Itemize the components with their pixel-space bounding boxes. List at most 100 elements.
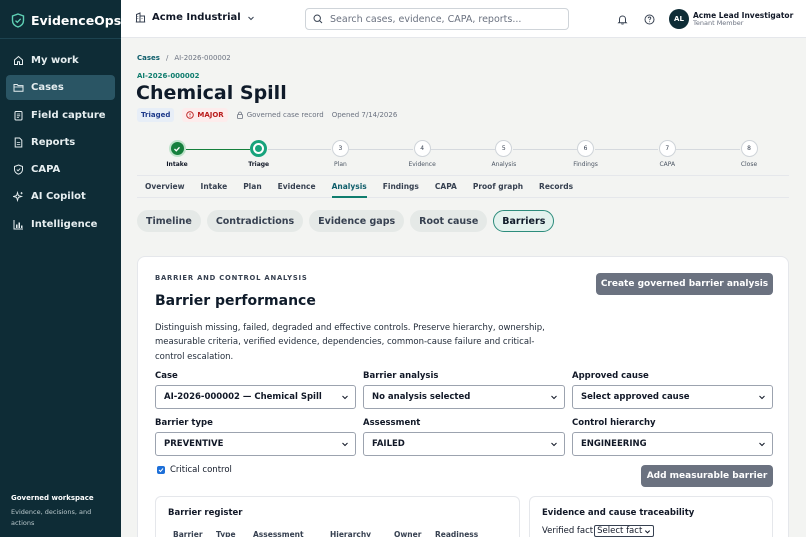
bell-icon	[616, 14, 628, 24]
create-barrier-analysis-button[interactable]: Create governed barrier analysis	[596, 273, 773, 295]
barrier-type-label: Barrier type	[155, 418, 213, 428]
home-icon	[14, 55, 23, 65]
chevron-down-icon	[645, 529, 651, 534]
step-indicator: 7	[658, 140, 676, 157]
subtab-root-cause[interactable]: Root cause	[410, 210, 488, 232]
sidebar-item-capa[interactable]: CAPA	[6, 157, 115, 182]
critical-control-checkbox[interactable]	[157, 466, 165, 474]
building-icon	[135, 12, 146, 23]
panel-title: Barrier performance	[155, 293, 316, 309]
sidebar-item-intelligence[interactable]: Intelligence	[6, 212, 115, 237]
tab-records[interactable]: Records	[539, 176, 573, 197]
step-label: Plan	[334, 161, 347, 168]
chevron-down-icon	[342, 395, 348, 400]
tenant-switcher[interactable]: Acme Industrial	[135, 12, 255, 23]
control-hierarchy-select[interactable]: ENGINEERING	[572, 432, 773, 456]
column-header-hierarchy: Hierarchy	[330, 530, 372, 537]
tab-overview[interactable]: Overview	[145, 176, 185, 197]
check-icon	[174, 146, 180, 152]
avatar[interactable]: AL	[669, 9, 689, 29]
critical-control-row[interactable]: Critical control	[157, 465, 232, 475]
tab-evidence[interactable]: Evidence	[278, 176, 316, 197]
step-indicator: 5	[495, 140, 513, 157]
case-select[interactable]: AI-2026-000002 — Chemical Spill	[155, 385, 356, 409]
sidebar-item-label: Cases	[31, 82, 64, 94]
step-intake[interactable]: Intake	[147, 140, 207, 168]
step-plan[interactable]: 3 Plan	[310, 140, 370, 168]
sparkle-icon	[13, 191, 24, 203]
document-icon	[14, 137, 23, 148]
step-label: Analysis	[491, 161, 517, 168]
help-button[interactable]	[642, 12, 656, 26]
step-indicator: 8	[740, 140, 758, 157]
shield-logo-icon	[11, 12, 25, 28]
barrier-register-card: Barrier register Barrier Type Assessment Hi…	[155, 496, 520, 537]
subtab-contradictions[interactable]: Contradictions	[206, 210, 304, 232]
breadcrumb-cases-link[interactable]: Cases	[137, 54, 160, 62]
tenant-name: Acme Industrial	[152, 12, 241, 23]
sidebar-item-my-work[interactable]: My work	[6, 48, 115, 73]
case-field-label: Case	[155, 371, 178, 381]
step-close[interactable]: 8 Close	[719, 140, 779, 168]
chevron-down-icon	[551, 442, 557, 447]
tab-findings[interactable]: Findings	[383, 176, 419, 197]
top-bar: Acme Industrial AL Acme Lead Investigato…	[121, 0, 806, 38]
traceability-card: Evidence and cause traceability Verified…	[529, 496, 773, 537]
workspace-title: Governed workspace	[11, 494, 94, 502]
status-badge: Triaged	[137, 108, 175, 122]
step-evidence[interactable]: 4 Evidence	[392, 140, 452, 168]
column-header-type: Type	[216, 530, 236, 537]
sidebar-item-label: Intelligence	[31, 218, 98, 230]
step-indicator	[250, 140, 268, 157]
barrier-type-select[interactable]: PREVENTIVE	[155, 432, 356, 456]
case-select-value: AI-2026-000002 — Chemical Spill	[164, 392, 322, 402]
add-measurable-barrier-button[interactable]: Add measurable barrier	[641, 465, 773, 487]
sidebar-divider	[0, 38, 121, 39]
barrier-analysis-select[interactable]: No analysis selected	[363, 385, 565, 409]
approved-cause-label: Approved cause	[572, 371, 649, 381]
help-icon	[644, 14, 654, 24]
step-triage[interactable]: Triage	[229, 140, 289, 168]
record-type: Governed case record	[236, 111, 324, 119]
barrier-type-value: PREVENTIVE	[164, 439, 224, 449]
tab-proof-graph[interactable]: Proof graph	[473, 176, 523, 197]
column-header-owner: Owner	[394, 530, 422, 537]
chevron-down-icon	[342, 442, 348, 447]
verified-fact-row: Verified fact Select fact	[542, 525, 655, 537]
barrier-analysis-value: No analysis selected	[372, 392, 471, 402]
subtab-evidence-gaps[interactable]: Evidence gaps	[309, 210, 405, 232]
step-capa[interactable]: 7 CAPA	[637, 140, 697, 168]
column-header-assessment: Assessment	[253, 530, 304, 537]
control-hierarchy-value: ENGINEERING	[581, 439, 647, 449]
tab-capa[interactable]: CAPA	[435, 176, 457, 197]
sidebar-item-ai-copilot[interactable]: AI Copilot	[6, 184, 115, 209]
barrier-register-title: Barrier register	[168, 508, 243, 518]
approved-cause-select[interactable]: Select approved cause	[572, 385, 773, 409]
notifications-button[interactable]	[615, 12, 629, 26]
search-icon	[313, 14, 323, 24]
sidebar-item-field-capture[interactable]: Field capture	[6, 103, 115, 128]
bar-chart-icon	[13, 219, 23, 230]
tab-intake[interactable]: Intake	[201, 176, 228, 197]
step-label: Intake	[166, 161, 188, 168]
tab-plan[interactable]: Plan	[243, 176, 261, 197]
sidebar-item-label: My work	[31, 55, 79, 66]
brand[interactable]: EvidenceOps	[11, 11, 121, 29]
chevron-down-icon	[247, 16, 254, 20]
verified-fact-select[interactable]: Select fact	[594, 525, 655, 537]
search-input[interactable]	[330, 13, 560, 25]
subtab-barriers[interactable]: Barriers	[493, 210, 555, 232]
workspace-description: Evidence, decisions, and actions	[11, 508, 92, 527]
step-findings[interactable]: 6 Findings	[556, 140, 616, 168]
subtab-timeline[interactable]: Timeline	[137, 210, 201, 232]
assessment-select[interactable]: FAILED	[363, 432, 565, 456]
sidebar-item-cases[interactable]: Cases	[6, 75, 115, 101]
sidebar-item-reports[interactable]: Reports	[6, 130, 115, 155]
current-step-marker	[255, 145, 263, 152]
column-header-barrier: Barrier	[173, 530, 203, 537]
search-box[interactable]	[305, 8, 569, 30]
step-analysis[interactable]: 5 Analysis	[474, 140, 534, 168]
alert-circle-icon	[186, 111, 195, 119]
tab-analysis[interactable]: Analysis	[331, 176, 367, 198]
assessment-value: FAILED	[372, 439, 405, 449]
